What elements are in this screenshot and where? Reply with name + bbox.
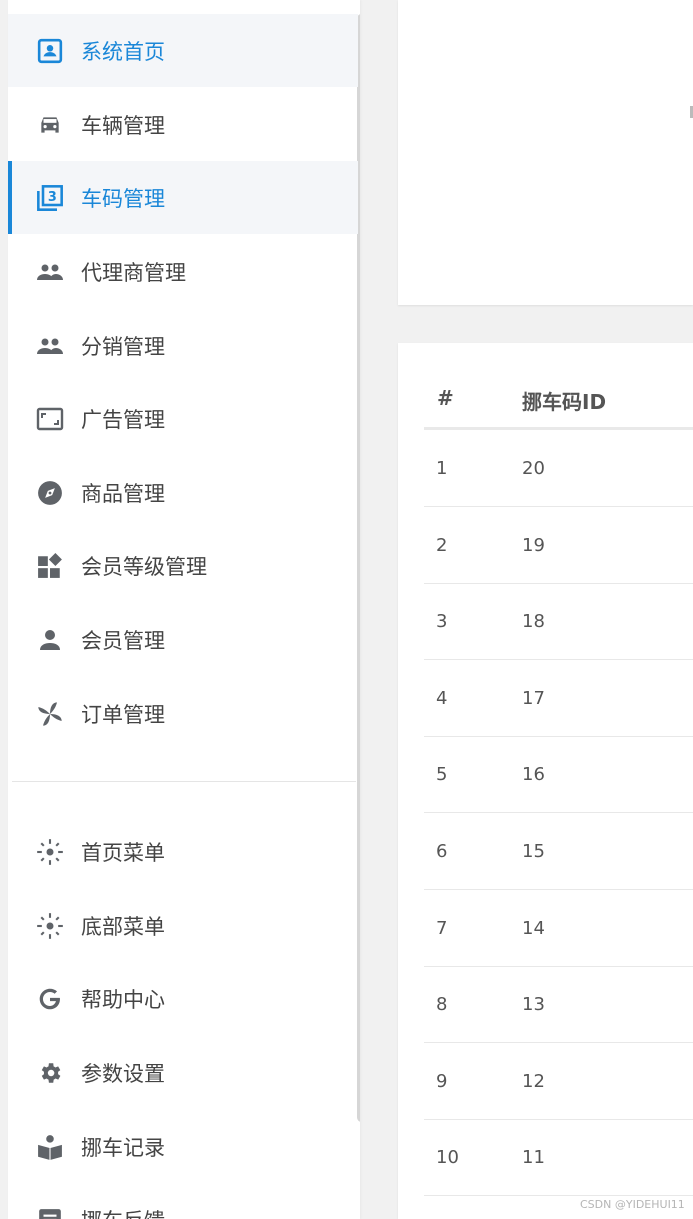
sidebar-item-label: 帮助中心 [81,987,165,1012]
sidebar-item-move-records[interactable]: 挪车记录 [8,1110,358,1183]
cell-car-code-id: 11 [522,1147,545,1168]
sidebar-item-label: 底部菜单 [81,914,165,939]
cell-index: 3 [436,611,448,632]
sidebar-item-label: 广告管理 [81,407,165,432]
sidebar-item-settings[interactable]: 参数设置 [8,1036,358,1109]
sidebar-item-label: 会员管理 [81,628,165,653]
widgets-icon [36,552,64,580]
sidebar-item-bottom-menu[interactable]: 底部菜单 [8,889,358,962]
cell-index: 9 [436,1071,448,1092]
table-row[interactable]: 2 19 [424,507,693,584]
sidebar-item-products[interactable]: 商品管理 [8,456,358,529]
person-icon [36,626,64,654]
sidebar-item-label: 商品管理 [81,481,165,506]
sidebar-item-vehicles[interactable]: 车辆管理 [8,88,358,161]
sun-icon [36,838,64,866]
people-icon [36,332,64,360]
google-g-icon [36,985,64,1013]
aspect-ratio-icon [36,405,64,433]
table-row[interactable]: 7 14 [424,890,693,967]
cell-index: 6 [436,841,448,862]
cell-index: 5 [436,764,448,785]
sidebar-item-move-feedback[interactable]: 挪车反馈 [8,1183,358,1219]
sidebar-item-label: 首页菜单 [81,840,165,865]
cell-car-code-id: 17 [522,688,545,709]
sidebar-item-label: 挪车反馈 [81,1205,165,1219]
feedback-icon [36,1206,64,1219]
sidebar-item-label: 挪车记录 [81,1135,165,1160]
filter-3-icon: 3 [36,184,64,212]
sidebar-item-agents[interactable]: 代理商管理 [8,235,358,308]
sidebar-item-members[interactable]: 会员管理 [8,603,358,676]
home-icon [36,37,64,65]
cell-index: 10 [436,1147,459,1168]
table-row[interactable]: 6 15 [424,813,693,890]
sidebar: 系统首页 车辆管理 3 车码管理 代理商管理 分销管理 广告管理 商品管理 会员… [8,0,360,1219]
sidebar-item-ads[interactable]: 广告管理 [8,382,358,455]
people-icon [36,258,64,286]
cell-index: 8 [436,994,448,1015]
cell-index: 2 [436,535,448,556]
sidebar-divider [12,781,356,782]
car-icon [36,111,64,139]
cell-car-code-id: 14 [522,918,545,939]
cell-index: 4 [436,688,448,709]
table-row[interactable]: 5 16 [424,736,693,813]
cell-car-code-id: 16 [522,764,545,785]
cell-car-code-id: 18 [522,611,545,632]
table-row[interactable]: 1 20 [424,430,693,507]
cell-car-code-id: 12 [522,1071,545,1092]
column-header-car-code-id[interactable]: 挪车码ID [522,386,606,415]
sidebar-item-label: 车码管理 [81,186,165,211]
sidebar-item-label: 参数设置 [81,1061,165,1086]
column-header-index[interactable]: # [437,386,454,410]
table-row[interactable]: 9 12 [424,1043,693,1120]
table-row[interactable]: 4 17 [424,660,693,737]
top-panel-card [398,0,693,305]
table-row[interactable]: 3 18 [424,583,693,660]
sidebar-item-orders[interactable]: 订单管理 [8,677,358,750]
sidebar-item-distribution[interactable]: 分销管理 [8,309,358,382]
sidebar-item-label: 会员等级管理 [81,554,207,579]
sidebar-item-home-menu[interactable]: 首页菜单 [8,815,358,888]
svg-text:3: 3 [48,189,57,204]
cell-car-code-id: 20 [522,458,545,479]
sidebar-item-label: 订单管理 [81,702,165,727]
sidebar-item-label: 车辆管理 [81,113,165,138]
watermark-text: CSDN @YIDEHUI11 [580,1198,685,1211]
sidebar-item-home[interactable]: 系统首页 [8,14,358,87]
sidebar-item-member-levels[interactable]: 会员等级管理 [8,529,358,602]
cell-car-code-id: 19 [522,535,545,556]
sidebar-item-label: 分销管理 [81,334,165,359]
table-row[interactable]: 8 13 [424,966,693,1043]
sidebar-item-label: 代理商管理 [81,260,186,285]
cell-car-code-id: 15 [522,841,545,862]
pinwheel-icon [36,700,64,728]
reader-icon [36,1133,64,1161]
cell-car-code-id: 13 [522,994,545,1015]
sun-icon [36,912,64,940]
gear-icon [36,1059,64,1087]
table-row[interactable]: 10 11 [424,1119,693,1196]
sidebar-item-car-codes[interactable]: 3 车码管理 [8,161,358,234]
cell-index: 7 [436,918,448,939]
compass-icon [36,479,64,507]
sidebar-item-help[interactable]: 帮助中心 [8,962,358,1035]
cell-index: 1 [436,458,448,479]
sidebar-item-label: 系统首页 [81,39,165,64]
